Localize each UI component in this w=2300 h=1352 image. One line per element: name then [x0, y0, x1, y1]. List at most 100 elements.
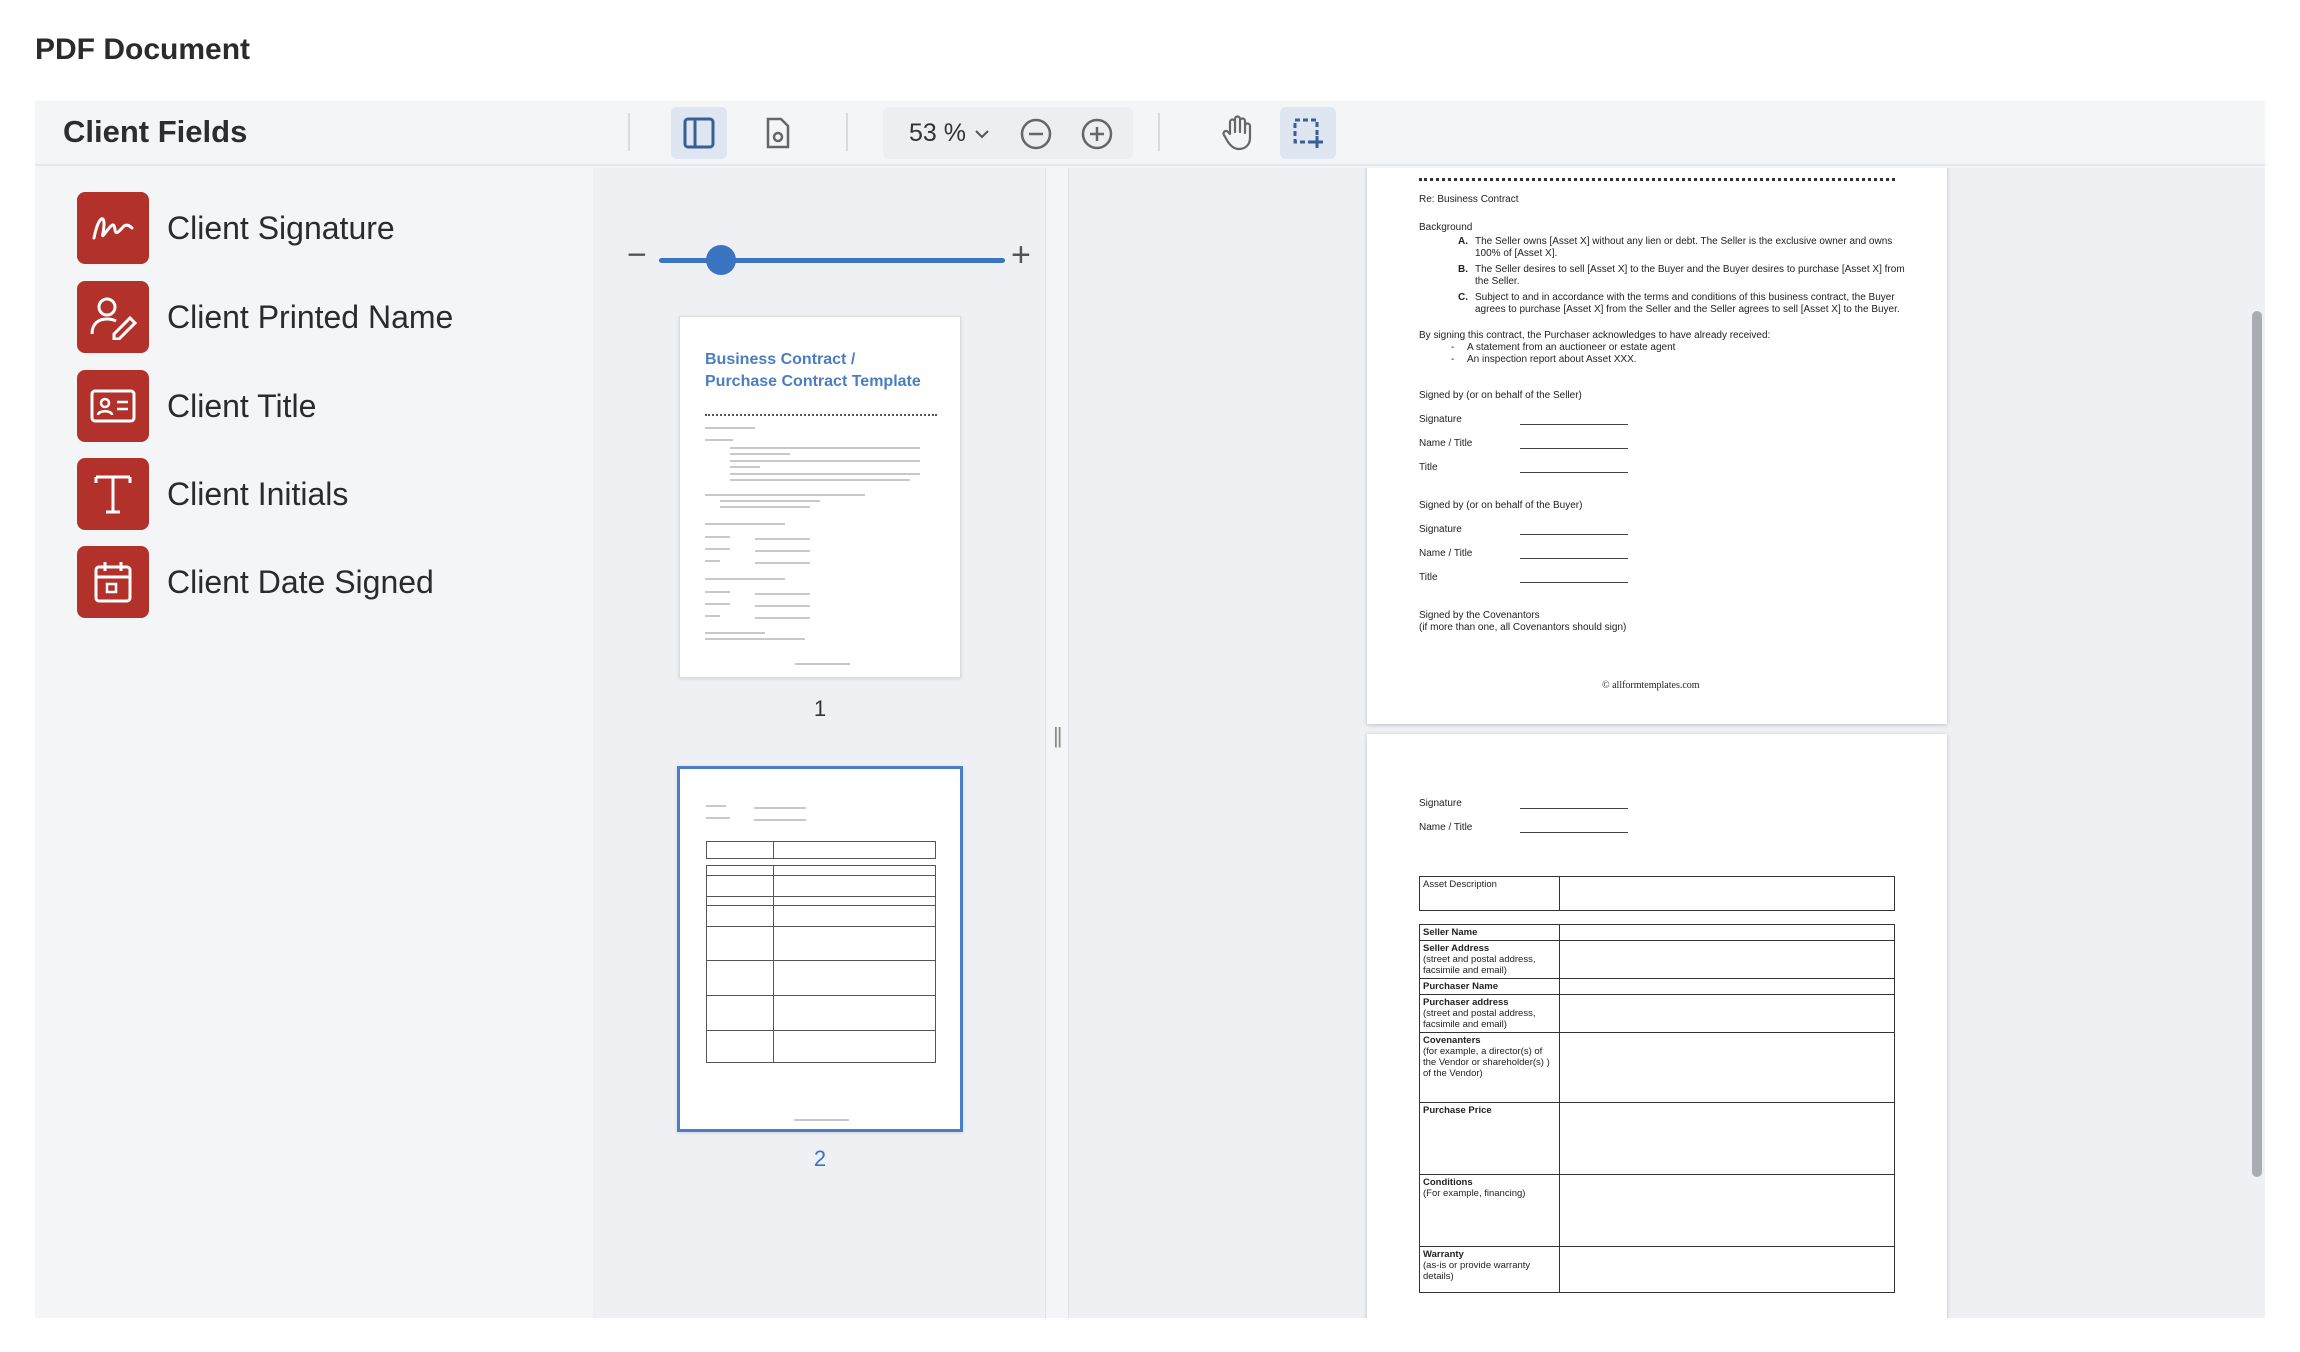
table-row-key: Seller Address (street and postal address…	[1419, 940, 1560, 979]
row-key: Covenanters	[1423, 1035, 1481, 1046]
page-title: PDF Document	[35, 33, 251, 66]
buyer-signature-block: Signed by (or on behalf of the Buyer)	[1419, 500, 1583, 511]
text-line	[730, 479, 910, 481]
table-cell[interactable]	[1559, 940, 1895, 979]
row-key: Seller Address	[1423, 943, 1490, 954]
signature-line	[1520, 448, 1628, 449]
toggle-sidebar-button[interactable]	[671, 107, 727, 159]
thumbnail-zoom-plus-icon[interactable]: +	[1011, 238, 1031, 272]
document-viewer[interactable]: Re: Business Contract Background A. The …	[1069, 168, 2265, 1318]
row-key: Purchase Price	[1423, 1105, 1492, 1116]
page-settings-button[interactable]	[750, 107, 806, 159]
panel-splitter[interactable]: ||	[1045, 168, 1069, 1318]
signature-label: Signature	[1419, 798, 1462, 809]
text-line	[730, 453, 790, 455]
text-line	[730, 473, 920, 475]
thumbnail-title-line: Business Contract /	[705, 351, 856, 368]
table-row-key: Purchase Price	[1419, 1102, 1560, 1175]
asset-description-table: Asset Description	[1419, 876, 1895, 911]
table-cell[interactable]	[1559, 1174, 1895, 1247]
sidebar-panel-icon	[683, 117, 715, 149]
row-key: Conditions	[1423, 1177, 1473, 1188]
pan-tool-button[interactable]	[1210, 107, 1266, 159]
vertical-scrollbar[interactable]	[2252, 311, 2262, 1177]
background-heading: Background	[1419, 222, 1473, 233]
text-line	[705, 603, 730, 605]
signature-line	[1520, 808, 1628, 809]
text-line	[706, 817, 730, 819]
chevron-down-icon	[975, 129, 989, 138]
table-cell[interactable]	[1559, 1246, 1895, 1293]
thumbnail-table-box	[706, 841, 936, 859]
zoom-out-button[interactable]	[1019, 117, 1053, 156]
text-line	[794, 1119, 849, 1121]
dotted-rule	[1419, 178, 1895, 181]
client-fields-panel: Client Signature Client Printed Name Cli…	[35, 168, 593, 1318]
field-label: Client Printed Name	[167, 298, 454, 335]
table-cell[interactable]	[1559, 994, 1895, 1033]
thumbnail-table-box	[706, 865, 936, 1063]
row-sub: (For example, financing)	[1423, 1188, 1526, 1199]
zoom-in-button[interactable]	[1080, 117, 1114, 156]
text-line	[754, 819, 806, 821]
item-text: agrees to purchase [Asset X] from the Se…	[1475, 304, 1900, 315]
table-cell[interactable]	[1559, 924, 1895, 941]
signature-label: Signature	[1419, 524, 1462, 535]
zoom-value: 53 %	[909, 119, 966, 147]
title-label: Title	[1419, 572, 1438, 583]
thumbnail-zoom-minus-icon[interactable]: −	[627, 238, 647, 272]
seller-signature-block: Signed by (or on behalf of the Seller)	[1419, 390, 1582, 401]
item-text: The Seller owns [Asset X] without any li…	[1475, 236, 1893, 247]
text-line	[755, 605, 810, 607]
id-card-icon	[77, 370, 149, 442]
table-cell[interactable]	[1559, 1032, 1895, 1103]
title-label: Title	[1419, 462, 1438, 473]
fields-heading: Client Fields	[63, 114, 248, 149]
text-line	[795, 663, 850, 665]
item-text: the Seller.	[1475, 276, 1520, 287]
text-line	[705, 439, 733, 441]
text-line	[705, 591, 730, 593]
field-client-title[interactable]: Client Title	[77, 370, 316, 442]
signature-icon	[77, 192, 149, 264]
page-footer: © allformtemplates.com	[1602, 680, 1700, 691]
table-row-key: Warranty (as-is or provide warranty detai…	[1419, 1246, 1560, 1293]
page-thumbnail-2[interactable]	[677, 766, 963, 1132]
covenantors-note: (if more than one, all Covenantors shoul…	[1419, 622, 1627, 633]
zoom-out-icon	[1020, 118, 1052, 150]
re-line: Re: Business Contract	[1419, 194, 1519, 205]
text-line	[720, 506, 810, 508]
toolbar-divider	[628, 113, 630, 151]
field-client-signature[interactable]: Client Signature	[77, 192, 395, 264]
select-area-button[interactable]	[1280, 107, 1336, 159]
item-text: Subject to and in accordance with the te…	[1475, 292, 1895, 303]
row-key: Seller Name	[1423, 927, 1478, 938]
bullet-dash: -	[1451, 342, 1455, 353]
signature-line	[1520, 582, 1628, 583]
calendar-icon	[77, 546, 149, 618]
zoom-select[interactable]: 53 %	[909, 119, 990, 148]
field-client-printed-name[interactable]: Client Printed Name	[77, 281, 453, 353]
parties-table: Seller Name Seller Address (street and po…	[1419, 924, 1895, 1293]
slider-handle[interactable]	[705, 245, 736, 275]
field-client-date-signed[interactable]: Client Date Signed	[77, 546, 434, 618]
row-key: Warranty	[1423, 1249, 1464, 1260]
table-cell[interactable]	[1559, 1102, 1895, 1175]
drag-handle-icon: ||	[1053, 723, 1063, 748]
table-row-key: Conditions (For example, financing)	[1419, 1174, 1560, 1247]
text-line	[754, 807, 806, 809]
item-marker: C.	[1458, 292, 1468, 303]
row-key: Purchaser address	[1423, 997, 1509, 1008]
text-line	[705, 615, 720, 617]
signature-line	[1520, 832, 1628, 833]
dotted-rule	[705, 414, 937, 416]
asset-description-value[interactable]	[1559, 876, 1895, 911]
name-title-label: Name / Title	[1419, 548, 1473, 559]
pdf-page-2: Signature Name / Title Asset Description…	[1367, 734, 1947, 1318]
table-cell[interactable]	[1559, 978, 1895, 995]
signature-line	[1520, 534, 1628, 535]
page-thumbnail-1[interactable]: Business Contract / Purchase Contract Te…	[679, 316, 961, 678]
item-marker: B.	[1458, 264, 1468, 275]
field-client-initials[interactable]: Client Initials	[77, 458, 348, 530]
signature-line	[1520, 424, 1628, 425]
